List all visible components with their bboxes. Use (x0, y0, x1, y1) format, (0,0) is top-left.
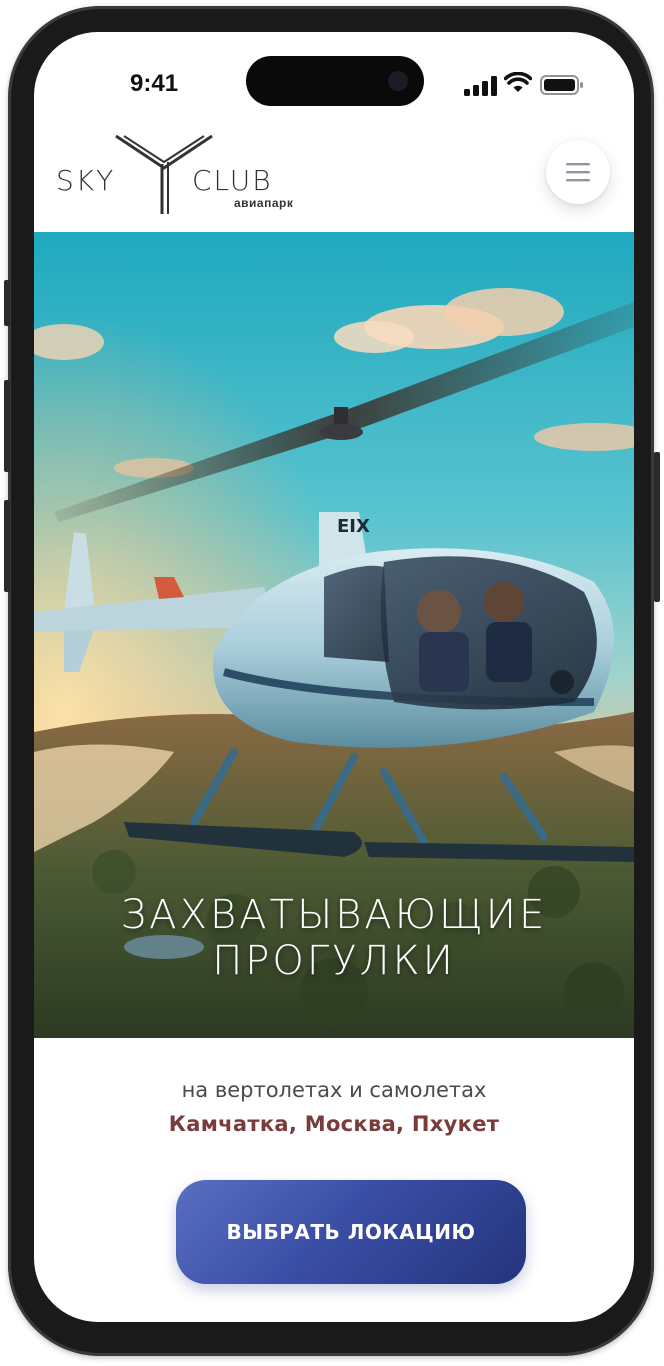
site-header: SKY CLUB авиапарк (34, 132, 634, 232)
status-time: 9:41 (130, 70, 179, 97)
wifi-icon (504, 72, 532, 92)
volume-down-button (4, 500, 10, 592)
logo-tagline: авиапарк (234, 196, 294, 210)
status-bar: 9:41 (34, 32, 634, 132)
hamburger-icon (566, 163, 590, 182)
logo-word-sky: SKY (56, 164, 115, 197)
battery-icon (540, 75, 583, 95)
locations-list: Камчатка, Москва, Пхукет (168, 1112, 500, 1136)
dynamic-island (246, 56, 424, 106)
front-camera (388, 71, 408, 91)
volume-up-button (4, 380, 10, 472)
power-button (654, 452, 660, 602)
menu-button[interactable] (546, 140, 610, 204)
choose-location-button[interactable]: ВЫБРАТЬ ЛОКАЦИЮ (176, 1180, 526, 1284)
hero-title-line-1: ЗАХВАТЫВАЮЩИЕ (120, 892, 548, 938)
hero-subtitle: на вертолетах и самолетах (181, 1078, 487, 1102)
logo-word-club: CLUB (192, 164, 273, 197)
hero-banner: EIX ЗАХВАТЫВАЮЩИЕ ПРОГУЛКИ (34, 232, 634, 1038)
action-button (4, 280, 10, 326)
hero-title-line-2: ПРОГУЛКИ (212, 938, 456, 984)
phone-screen: 9:41 SKY CLUB авиапарк EIX ЗАХВАТЫВАЮЩИЕ… (34, 32, 634, 1322)
cellular-signal-icon (464, 76, 497, 96)
hero-title: ЗАХВАТЫВАЮЩИЕ ПРОГУЛКИ (34, 892, 634, 984)
hero-tail-number: EIX (337, 516, 370, 537)
